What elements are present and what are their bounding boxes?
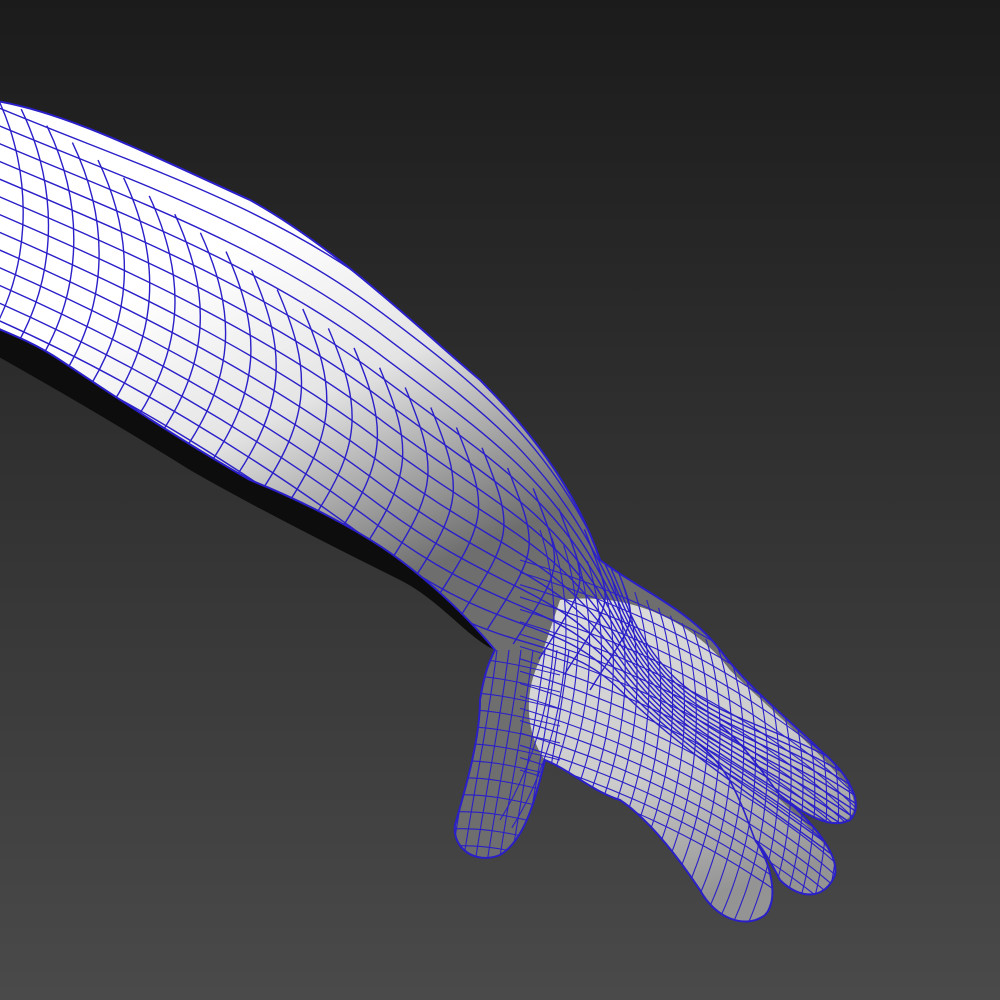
viewport-scene: [0, 0, 1000, 1000]
3d-viewport[interactable]: [0, 0, 1000, 1000]
